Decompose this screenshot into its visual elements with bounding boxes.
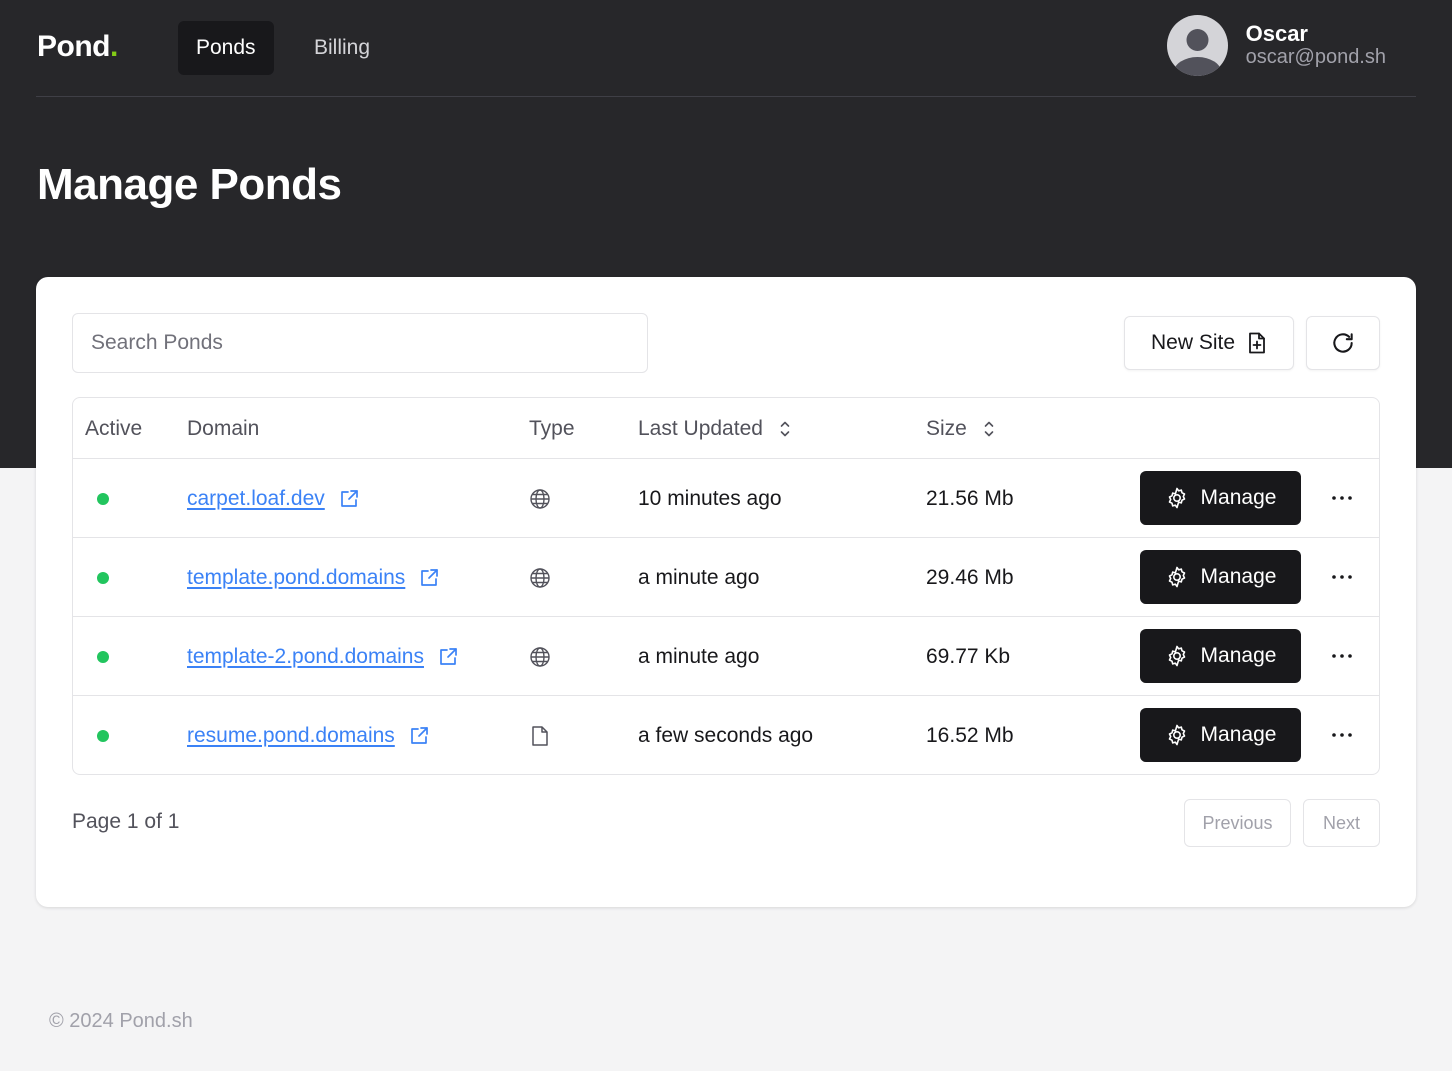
table-row: template.pond.domains a minute ago 29.46… <box>73 538 1379 617</box>
table-row: carpet.loaf.dev 10 minutes ago 21.56 Mb … <box>73 459 1379 538</box>
active-status-dot <box>97 650 109 663</box>
manage-button[interactable]: Manage <box>1140 471 1301 525</box>
table-row: resume.pond.domains a few seconds ago 16… <box>73 696 1379 774</box>
refresh-button[interactable] <box>1306 316 1380 370</box>
user-icon <box>1173 28 1222 76</box>
external-link-icon[interactable] <box>438 647 458 667</box>
header-last-updated-label: Last Updated <box>638 416 763 440</box>
refresh-icon <box>1333 333 1353 353</box>
header-type: Type <box>529 416 575 440</box>
user-email: oscar@pond.sh <box>1245 46 1386 68</box>
last-updated: 10 minutes ago <box>638 486 782 510</box>
file-plus-icon <box>1249 332 1265 354</box>
user-menu[interactable]: Oscar oscar@pond.sh <box>1166 14 1386 76</box>
tab-billing[interactable]: Billing <box>296 21 388 75</box>
manage-label: Manage <box>1200 723 1277 746</box>
sort-icon <box>984 421 994 436</box>
user-name: Oscar <box>1245 21 1308 46</box>
manage-label: Manage <box>1200 486 1277 509</box>
sort-icon <box>780 421 790 436</box>
manage-button[interactable]: Manage <box>1140 708 1301 762</box>
more-options-button[interactable] <box>1325 720 1359 750</box>
manage-label: Manage <box>1200 644 1277 667</box>
ponds-table: Active Domain Type Last Updated Size car… <box>72 397 1380 775</box>
domain-link[interactable]: template.pond.domains <box>187 566 405 590</box>
domain-link[interactable]: resume.pond.domains <box>187 724 395 748</box>
ponds-card: New Site Active Domain Type Last Updated… <box>36 277 1416 907</box>
gear-icon <box>1168 566 1185 588</box>
last-updated: a few seconds ago <box>638 723 814 747</box>
active-status-dot <box>97 571 109 584</box>
new-site-label: New Site <box>1150 331 1236 354</box>
search-input[interactable] <box>72 313 648 373</box>
globe-icon <box>530 646 550 667</box>
external-link-icon[interactable] <box>339 489 359 509</box>
footer-copyright: © 2024 Pond.sh <box>49 1010 193 1032</box>
active-status-dot <box>97 492 109 505</box>
size: 69.77 Kb <box>926 644 1011 668</box>
size: 16.52 Mb <box>926 723 1014 747</box>
ellipsis-icon <box>1332 496 1352 500</box>
pagination-info: Page 1 of 1 <box>72 810 180 833</box>
gear-icon <box>1168 724 1185 746</box>
page-title: Manage Ponds <box>37 160 342 209</box>
more-options-button[interactable] <box>1325 483 1359 513</box>
file-icon <box>532 725 548 746</box>
header-last-updated[interactable]: Last Updated <box>638 398 791 459</box>
top-navbar: Pond. Ponds Billing Oscar oscar@pond.sh <box>36 0 1416 97</box>
table-row: template-2.pond.domains a minute ago 69.… <box>73 617 1379 696</box>
last-updated: a minute ago <box>638 644 760 668</box>
globe-icon <box>530 567 550 588</box>
brand-logo[interactable]: Pond. <box>37 30 118 64</box>
ellipsis-icon <box>1332 733 1352 737</box>
globe-icon <box>530 488 550 509</box>
last-updated: a minute ago <box>638 565 760 589</box>
next-page-button[interactable]: Next <box>1303 799 1380 847</box>
tab-ponds[interactable]: Ponds <box>178 21 274 75</box>
more-options-button[interactable] <box>1325 562 1359 592</box>
header-domain: Domain <box>187 416 260 440</box>
new-site-button[interactable]: New Site <box>1124 316 1294 370</box>
header-size[interactable]: Size <box>926 398 995 459</box>
previous-page-button[interactable]: Previous <box>1184 799 1291 847</box>
more-options-button[interactable] <box>1325 641 1359 671</box>
external-link-icon[interactable] <box>419 568 439 588</box>
manage-label: Manage <box>1200 565 1277 588</box>
gear-icon <box>1168 645 1185 667</box>
avatar <box>1166 14 1228 76</box>
header-size-label: Size <box>926 416 967 440</box>
ellipsis-icon <box>1332 575 1352 579</box>
size: 29.46 Mb <box>926 565 1014 589</box>
header-active: Active <box>85 416 143 440</box>
size: 21.56 Mb <box>926 486 1014 510</box>
manage-button[interactable]: Manage <box>1140 550 1301 604</box>
domain-link[interactable]: template-2.pond.domains <box>187 645 424 669</box>
domain-link[interactable]: carpet.loaf.dev <box>187 487 325 511</box>
ellipsis-icon <box>1332 654 1352 658</box>
active-status-dot <box>97 729 109 742</box>
manage-button[interactable]: Manage <box>1140 629 1301 683</box>
table-header: Active Domain Type Last Updated Size <box>73 398 1379 459</box>
external-link-icon[interactable] <box>409 726 429 746</box>
gear-icon <box>1168 487 1185 509</box>
